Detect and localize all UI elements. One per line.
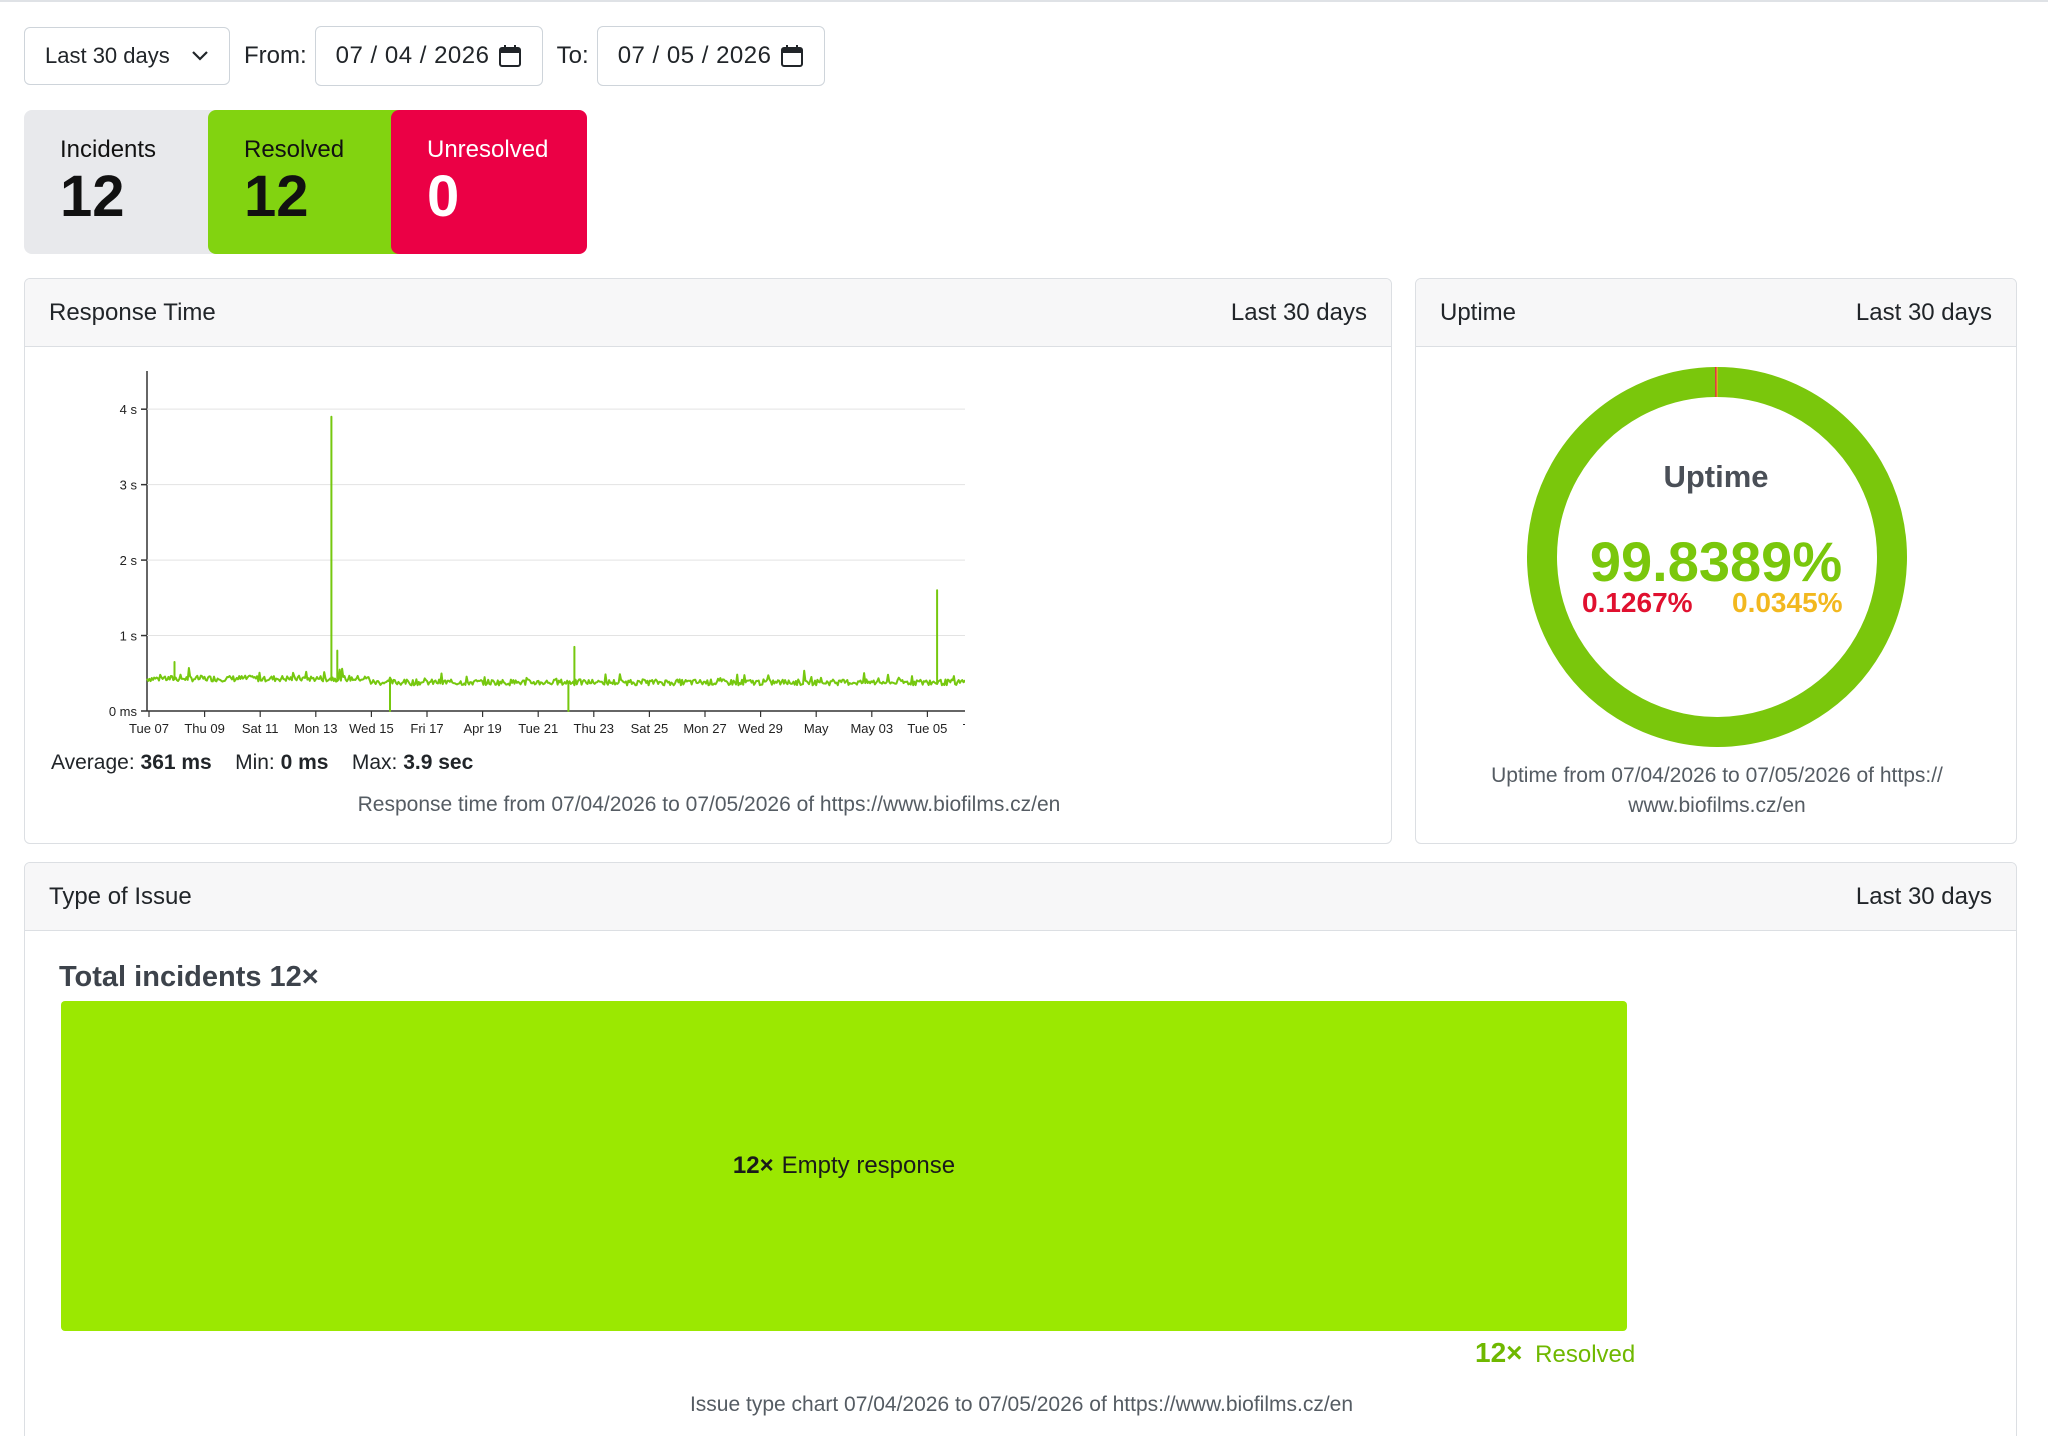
donut-title: Uptime — [1663, 459, 1769, 494]
uptime-header: Uptime Last 30 days — [1416, 279, 2016, 347]
to-date-input[interactable]: 07 / 05 / 2026 — [596, 26, 825, 86]
unresolved-count: 0 — [427, 164, 460, 229]
min-value: 0 ms — [280, 751, 329, 774]
response-time-series-line — [146, 415, 965, 712]
x-tick-label: May — [804, 721, 829, 736]
average-label: Average: — [51, 751, 135, 774]
incidents-label: Incidents — [60, 136, 157, 163]
legend-count: 12× — [1475, 1337, 1523, 1368]
x-tick-label: Tue 21 — [518, 721, 558, 736]
x-tick-label: Apr 19 — [463, 721, 501, 736]
issue-type-header: Type of Issue Last 30 days — [25, 863, 2016, 931]
issue-bar-empty-response[interactable]: 12× Empty response — [61, 1001, 1627, 1331]
downtime-percentage: 0.1267% — [1582, 587, 1693, 618]
max-label: Max: — [351, 751, 398, 774]
incidents-count: 12 — [60, 164, 125, 229]
issue-type-caption: Issue type chart 07/04/2026 to 07/05/202… — [689, 1393, 1354, 1416]
issue-bar-count: 12× — [732, 1152, 774, 1179]
x-tick-label: Wed 15 — [349, 721, 394, 736]
unresolved-tile[interactable]: Unresolved 0 — [391, 110, 587, 254]
uptime-period: Last 30 days — [1855, 298, 1992, 326]
top-border — [0, 0, 2048, 2]
resolved-count: 12 — [244, 164, 309, 229]
range-select[interactable]: Last 30 days — [24, 27, 230, 85]
uptime-caption: Uptime from 07/04/2026 to 07/05/2026 of … — [1416, 761, 2016, 821]
y-tick-label: 1 s — [120, 629, 138, 644]
to-label: To: — [556, 42, 589, 69]
x-tick-label: Tue 07 — [129, 721, 169, 736]
resolved-label: Resolved — [244, 136, 345, 163]
x-tick-label: Mon 27 — [683, 721, 726, 736]
unresolved-label: Unresolved — [427, 136, 549, 163]
issue-bar-label: Empty response — [781, 1152, 956, 1179]
x-tick-label: Wed 29 — [738, 721, 783, 736]
response-time-caption: Response time from 07/04/2026 to 07/05/2… — [357, 793, 1061, 816]
from-date-input[interactable]: 07 / 04 / 2026 — [314, 26, 543, 86]
uptime-percentage: 99.8389% — [1589, 530, 1843, 593]
y-tick-label: 0 ms — [109, 704, 138, 719]
uptime-card: Uptime Last 30 days Uptime 99.8389% 0.12… — [1415, 278, 2017, 844]
response-time-title: Response Time — [49, 298, 216, 326]
average-value: 361 ms — [140, 751, 212, 774]
resolved-tile[interactable]: Resolved 12 — [208, 110, 404, 254]
max-value: 3.9 sec — [403, 751, 474, 774]
x-tick-label: Sat 11 — [242, 721, 279, 736]
x-tick-label: Fri 17 — [410, 721, 443, 736]
response-time-header: Response Time Last 30 days — [25, 279, 1391, 347]
x-tick-label: Mon 13 — [294, 721, 337, 736]
calendar-icon[interactable] — [498, 44, 522, 68]
response-time-period: Last 30 days — [1230, 298, 1367, 326]
uptime-caption-line1: Uptime from 07/04/2026 to 07/05/2026 of … — [1491, 764, 1943, 787]
response-time-stats: Average: 361 ms Min: 0 ms Max: 3.9 sec — [51, 751, 473, 775]
uptime-caption-line2: www.biofilms.cz/en — [1628, 794, 1806, 817]
x-tick-label: May 03 — [850, 721, 893, 736]
legend-label: Resolved — [1535, 1341, 1636, 1368]
issue-type-title: Type of Issue — [49, 882, 192, 910]
chevron-down-icon — [192, 51, 208, 61]
x-tick-label: Sat 25 — [631, 721, 669, 736]
response-time-chart[interactable]: 0 ms 1 s 2 s 3 s 4 s Tue 07 Thu 09 Sat 11 Mon 13… — [45, 369, 965, 749]
range-select-label: Last 30 days — [45, 43, 170, 68]
uptime-title: Uptime — [1440, 298, 1517, 326]
x-tick-label: Tue 05 — [907, 721, 947, 736]
calendar-icon[interactable] — [780, 44, 804, 68]
y-tick-label: 3 s — [120, 478, 138, 493]
issue-type-period: Last 30 days — [1855, 882, 1992, 910]
from-label: From: — [244, 42, 307, 69]
x-tick-label: Thu 07 — [963, 721, 965, 736]
from-date-value: 07 / 04 / 2026 — [335, 42, 490, 69]
y-tick-label: 4 s — [120, 402, 138, 417]
filter-bar: Last 30 days From: 07 / 04 / 2026 To: 07… — [24, 26, 825, 86]
issue-legend-resolved: 12× Resolved — [1475, 1337, 1635, 1369]
x-tick-label: Thu 09 — [184, 721, 224, 736]
incidents-tile[interactable]: Incidents 12 — [24, 110, 220, 254]
y-tick-label: 2 s — [120, 553, 138, 568]
x-tick-label: Thu 23 — [574, 721, 614, 736]
min-label: Min: — [235, 751, 275, 774]
response-time-card: Response Time Last 30 days 0 ms 1 s 2 s 3 s… — [24, 278, 1392, 844]
issue-type-card: Type of Issue Last 30 days Total inciden… — [24, 862, 2017, 1436]
to-date-value: 07 / 05 / 2026 — [617, 42, 772, 69]
total-incidents: Total incidents 12× — [59, 961, 319, 993]
degraded-percentage: 0.0345% — [1732, 587, 1843, 618]
